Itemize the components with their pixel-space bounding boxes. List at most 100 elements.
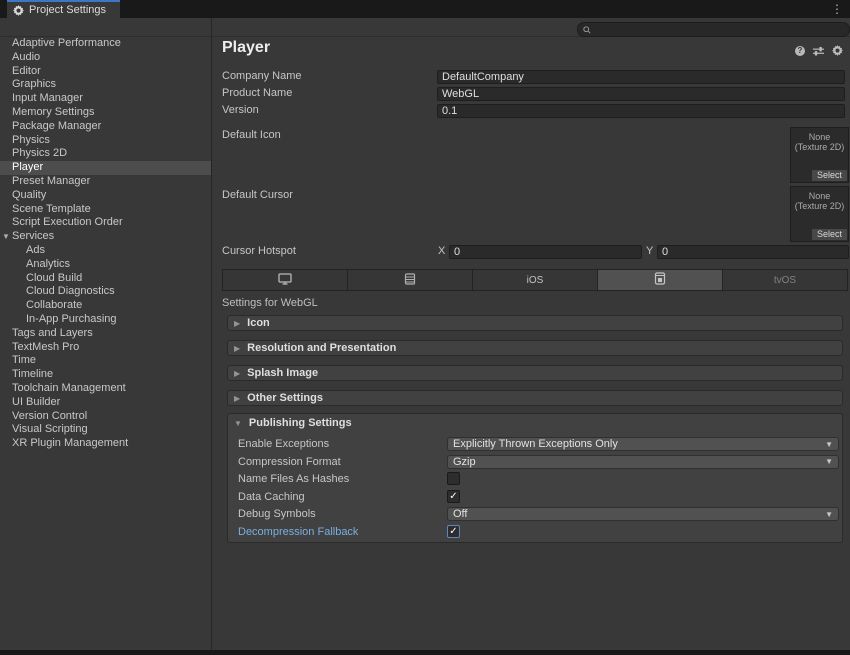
publishing-settings-section: ▼ Publishing Settings Enable Exceptions E… [227, 413, 843, 543]
data-caching-label: Data Caching [238, 490, 305, 504]
hotspot-x-field[interactable]: 0 [449, 245, 642, 259]
sidebar-item-physics[interactable]: Physics [0, 134, 211, 148]
version-field[interactable]: 0.1 [437, 104, 845, 118]
server-icon [404, 273, 416, 288]
sidebar-item-label: Audio [12, 51, 40, 63]
sidebar-item-adaptive-performance[interactable]: Adaptive Performance [0, 37, 211, 51]
decompression-fallback-checkbox[interactable]: ✓ [447, 525, 460, 538]
header-icons: ? [795, 45, 843, 56]
webgl-icon [654, 272, 666, 288]
product-name-label: Product Name [222, 87, 292, 100]
sidebar-item-script-execution-order[interactable]: Script Execution Order [0, 216, 211, 230]
sidebar-item-visual-scripting[interactable]: Visual Scripting [0, 423, 211, 437]
sidebar-item-label: Quality [12, 189, 46, 201]
data-caching-checkbox[interactable]: ✓ [447, 490, 460, 503]
sidebar-item-preset-manager[interactable]: Preset Manager [0, 175, 211, 189]
sidebar-item-timeline[interactable]: Timeline [0, 368, 211, 382]
compression-format-dropdown[interactable]: Gzip▼ [447, 455, 839, 469]
sidebar-item-label: Scene Template [12, 203, 91, 215]
chevron-down-icon: ▼ [825, 440, 833, 449]
help-icon[interactable]: ? [795, 46, 805, 56]
default-cursor-texture-field[interactable]: None (Texture 2D) Select [790, 186, 849, 242]
settings-for-header: Settings for WebGL [222, 297, 318, 309]
sidebar-item-quality[interactable]: Quality [0, 189, 211, 203]
product-name-field[interactable]: WebGL [437, 87, 845, 101]
sidebar-item-label: Player [12, 161, 43, 173]
tab-project-settings[interactable]: Project Settings [7, 0, 120, 18]
section-header-icon[interactable]: ▶Icon [227, 315, 843, 331]
sidebar-item-label: Version Control [12, 410, 87, 422]
sidebar-item-services[interactable]: ▼Services [0, 230, 211, 244]
sidebar-item-ads[interactable]: Ads [0, 244, 211, 258]
sidebar-item-version-control[interactable]: Version Control [0, 410, 211, 424]
sidebar-item-textmesh-pro[interactable]: TextMesh Pro [0, 341, 211, 355]
select-button[interactable]: Select [812, 170, 847, 181]
section-header-resolution-and-presentation[interactable]: ▶ Resolution and Presentation [227, 340, 843, 356]
sidebar-item-audio[interactable]: Audio [0, 51, 211, 65]
platform-tab-tvos[interactable]: tvOS [723, 270, 847, 290]
sidebar-item-time[interactable]: Time [0, 354, 211, 368]
enable-exceptions-label: Enable Exceptions [238, 437, 329, 451]
tab-title: Project Settings [29, 4, 106, 16]
foldout-open-icon[interactable]: ▼ [2, 230, 12, 244]
sidebar-item-xr-plugin-management[interactable]: XR Plugin Management [0, 437, 211, 451]
default-icon-texture-field[interactable]: None (Texture 2D) Select [790, 127, 849, 183]
dropdown-value: Off [453, 508, 467, 520]
settings-category-list: Adaptive PerformanceAudioEditorGraphicsI… [0, 37, 211, 650]
sidebar-item-collaborate[interactable]: Collaborate [0, 299, 211, 313]
sidebar-item-memory-settings[interactable]: Memory Settings [0, 106, 211, 120]
sidebar-item-label: Input Manager [12, 92, 83, 104]
name-files-as-hashes-label: Name Files As Hashes [238, 472, 349, 486]
publishing-settings-header[interactable]: ▼ Publishing Settings [234, 417, 352, 429]
sidebar-item-cloud-build[interactable]: Cloud Build [0, 272, 211, 286]
hotspot-y-field[interactable]: 0 [657, 245, 849, 259]
select-button[interactable]: Select [812, 229, 847, 240]
sidebar-item-scene-template[interactable]: Scene Template [0, 203, 211, 217]
foldout-open-icon: ▼ [234, 419, 242, 428]
sidebar-item-graphics[interactable]: Graphics [0, 78, 211, 92]
sidebar-item-toolchain-management[interactable]: Toolchain Management [0, 382, 211, 396]
sidebar-item-editor[interactable]: Editor [0, 65, 211, 79]
foldout-closed-icon: ▶ [234, 344, 240, 353]
platform-tab-standalone[interactable] [223, 270, 348, 290]
sidebar-item-label: In-App Purchasing [26, 313, 117, 325]
sidebar-item-cloud-diagnostics[interactable]: Cloud Diagnostics [0, 285, 211, 299]
sidebar-item-label: Preset Manager [12, 175, 90, 187]
section-header-splash-image[interactable]: ▶Splash Image [227, 365, 843, 381]
presets-icon[interactable] [813, 46, 824, 56]
sidebar-item-label: Physics [12, 134, 50, 146]
default-icon-label: Default Icon [222, 129, 281, 142]
sidebar-item-input-manager[interactable]: Input Manager [0, 92, 211, 106]
debug-symbols-dropdown[interactable]: Off ▼ [447, 507, 839, 521]
search-input[interactable] [577, 22, 850, 37]
sidebar-item-ui-builder[interactable]: UI Builder [0, 396, 211, 410]
enable-exceptions-dropdown[interactable]: Explicitly Thrown Exceptions Only▼ [447, 437, 839, 451]
chevron-down-icon: ▼ [825, 510, 833, 519]
platform-tab-dedicated-server[interactable] [348, 270, 473, 290]
sidebar-item-package-manager[interactable]: Package Manager [0, 120, 211, 134]
name-files-as-hashes-checkbox[interactable] [447, 472, 460, 485]
sidebar-item-label: Toolchain Management [12, 382, 126, 394]
company-name-field[interactable]: DefaultCompany [437, 70, 845, 84]
platform-tab-webgl[interactable] [598, 270, 723, 290]
debug-symbols-label: Debug Symbols [238, 507, 316, 521]
sidebar-item-label: Package Manager [12, 120, 101, 132]
section-label: Resolution and Presentation [247, 342, 396, 354]
sidebar-item-label: UI Builder [12, 396, 60, 408]
sidebar-item-label: Collaborate [26, 299, 82, 311]
gear-icon[interactable] [832, 45, 843, 56]
section-header-other-settings[interactable]: ▶Other Settings [227, 390, 843, 406]
sidebar-item-tags-and-layers[interactable]: Tags and Layers [0, 327, 211, 341]
sidebar-item-label: Adaptive Performance [12, 37, 121, 49]
platform-tab-label: tvOS [774, 275, 796, 286]
monitor-icon [278, 273, 292, 288]
sidebar-item-player[interactable]: Player [0, 161, 211, 175]
project-settings-window: Project Settings ⋮ Adaptive Performance A… [0, 0, 850, 655]
sidebar-item-in-app-purchasing[interactable]: In-App Purchasing [0, 313, 211, 327]
sidebar-item-label: Script Execution Order [12, 216, 123, 228]
sidebar-item-physics-2d[interactable]: Physics 2D [0, 147, 211, 161]
sidebar-item-analytics[interactable]: Analytics [0, 258, 211, 272]
sidebar-item-label: TextMesh Pro [12, 341, 79, 353]
platform-tab-ios[interactable]: iOS [473, 270, 598, 290]
kebab-menu-icon[interactable]: ⋮ [831, 1, 843, 17]
